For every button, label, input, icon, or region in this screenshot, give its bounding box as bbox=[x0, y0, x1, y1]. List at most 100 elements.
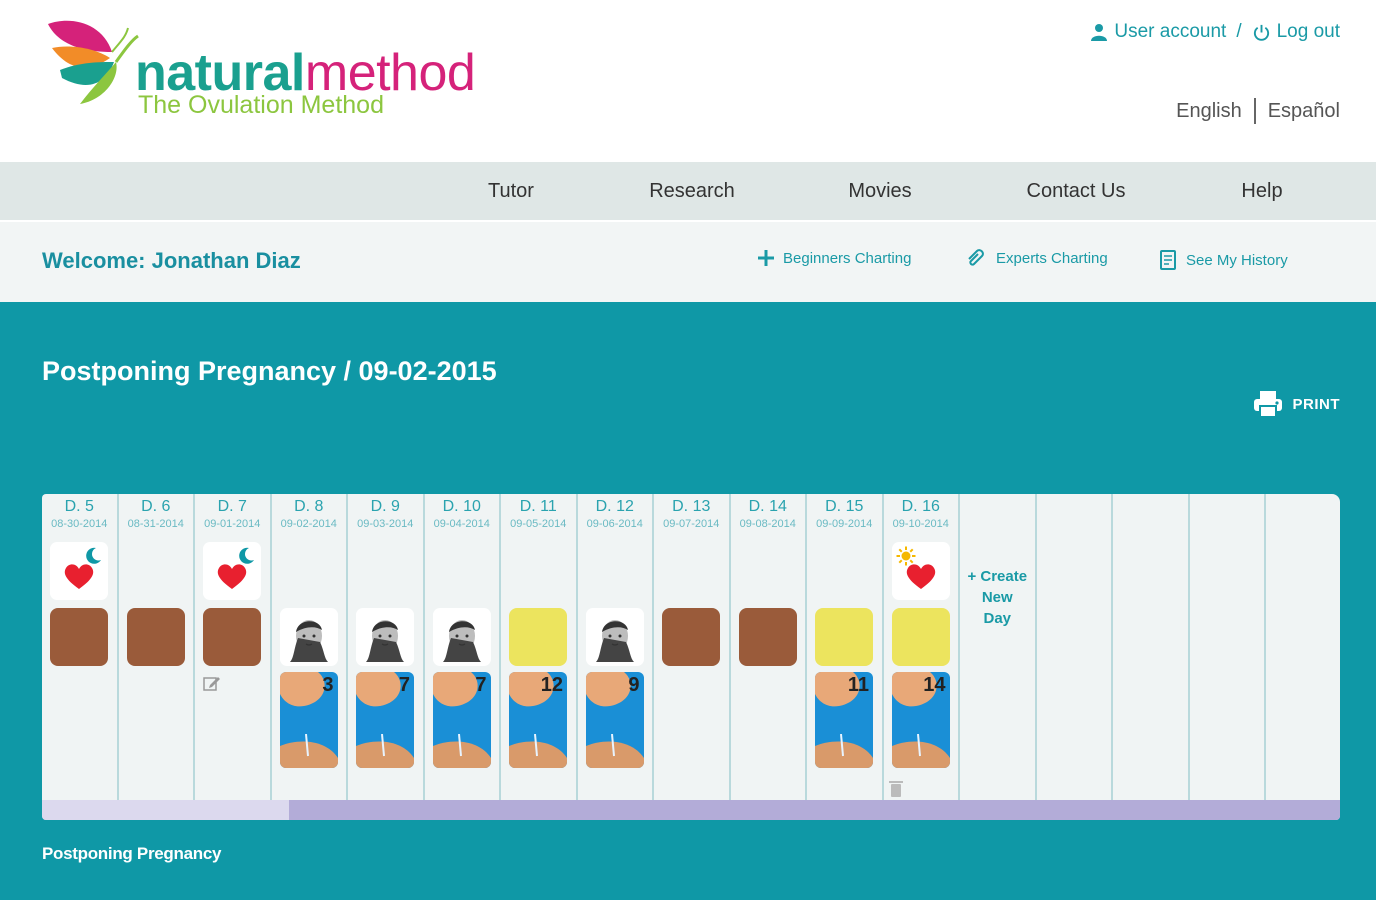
baby-icon bbox=[432, 608, 491, 666]
day-column[interactable]: D. 16 09-10-2014 14 bbox=[884, 494, 960, 803]
day-date: 09-03-2014 bbox=[357, 518, 414, 530]
day-date: 08-30-2014 bbox=[51, 518, 108, 530]
logout-link[interactable]: Log out bbox=[1277, 21, 1340, 43]
day-column[interactable]: D. 8 09-02-2014 3 bbox=[272, 494, 348, 800]
day-label: D. 7 bbox=[217, 498, 247, 515]
day-column[interactable]: D. 14 09-08-2014 bbox=[731, 494, 807, 800]
day-date: 09-09-2014 bbox=[816, 518, 873, 530]
mucus-observation-card[interactable]: 7 bbox=[356, 672, 414, 768]
power-icon bbox=[1253, 24, 1269, 41]
mucus-observation-card[interactable]: 9 bbox=[585, 672, 644, 768]
nav-tutor[interactable]: Tutor bbox=[488, 162, 534, 220]
edit-note-icon[interactable] bbox=[203, 674, 221, 697]
day-column[interactable]: D. 6 08-31-2014 bbox=[119, 494, 195, 800]
welcome-bar: Welcome: Jonathan Diaz Beginners Chartin… bbox=[0, 222, 1376, 302]
beginners-charting-link[interactable]: Beginners Charting bbox=[757, 249, 911, 267]
nav-movies[interactable]: Movies bbox=[848, 162, 911, 220]
day-column bbox=[1037, 494, 1113, 800]
print-label: PRINT bbox=[1292, 395, 1340, 413]
bleeding-yellow-stamp[interactable] bbox=[891, 608, 950, 666]
day-column[interactable]: D. 15 09-09-2014 11 bbox=[807, 494, 884, 800]
mucus-observation-card[interactable]: 14 bbox=[891, 672, 950, 768]
mucus-score: 3 bbox=[322, 674, 334, 696]
day-label: D. 16 bbox=[901, 498, 940, 515]
welcome-text: Welcome: Jonathan Diaz bbox=[42, 248, 301, 273]
day-date: 09-02-2014 bbox=[280, 518, 337, 530]
account-links: User account / Log out bbox=[1090, 21, 1340, 43]
day-symbol[interactable] bbox=[203, 542, 261, 600]
header: naturalmethod The Ovulation Method User … bbox=[0, 0, 1376, 160]
user-icon bbox=[1091, 24, 1108, 41]
day-date: 08-31-2014 bbox=[127, 518, 184, 530]
print-button[interactable]: PRINT bbox=[1253, 390, 1341, 418]
day-date: 09-04-2014 bbox=[433, 518, 490, 530]
day-column[interactable]: D. 12 09-06-2014 9 bbox=[578, 494, 654, 800]
nav-help[interactable]: Help bbox=[1241, 162, 1282, 220]
logo[interactable]: naturalmethod The Ovulation Method bbox=[40, 18, 540, 128]
day-symbol[interactable] bbox=[891, 542, 950, 600]
trash-icon[interactable] bbox=[888, 780, 903, 803]
day-label: D. 15 bbox=[825, 498, 864, 515]
day-symbol[interactable] bbox=[50, 542, 108, 600]
bleeding-yellow-stamp[interactable] bbox=[509, 608, 567, 666]
day-label: D. 5 bbox=[64, 498, 94, 515]
nav-research[interactable]: Research bbox=[649, 162, 735, 220]
moon-icon bbox=[84, 547, 102, 570]
day-column[interactable]: + Create New Day bbox=[960, 494, 1037, 800]
language-switcher: English Español bbox=[1176, 98, 1340, 124]
day-date: 09-10-2014 bbox=[892, 518, 949, 530]
day-date: 09-05-2014 bbox=[510, 518, 567, 530]
beginners-charting-label: Beginners Charting bbox=[783, 249, 912, 267]
nav-contact-us[interactable]: Contact Us bbox=[1027, 162, 1126, 220]
day-column bbox=[1266, 494, 1340, 800]
day-label: D. 9 bbox=[370, 498, 400, 515]
create-new-day-button[interactable]: + Create New Day bbox=[960, 566, 1035, 629]
bleeding-brown-stamp[interactable] bbox=[50, 608, 108, 666]
cycle-progress-fill bbox=[42, 800, 289, 820]
mucus-observation-card[interactable]: 7 bbox=[432, 672, 491, 768]
bleeding-brown-stamp[interactable] bbox=[126, 608, 185, 666]
mucus-observation-card[interactable]: 12 bbox=[509, 672, 567, 768]
day-date: 09-01-2014 bbox=[204, 518, 261, 530]
bleeding-brown-stamp[interactable] bbox=[738, 608, 797, 666]
history-document-icon bbox=[1160, 250, 1176, 270]
page-title: Postponing Pregnancy / 09-02-2015 bbox=[42, 356, 497, 386]
day-column[interactable]: D. 5 08-30-2014 bbox=[42, 494, 119, 800]
bleeding-brown-stamp[interactable] bbox=[662, 608, 720, 666]
account-separator: / bbox=[1236, 21, 1242, 42]
user-account-link[interactable]: User account bbox=[1114, 21, 1226, 43]
experts-charting-link[interactable]: Experts Charting bbox=[966, 249, 1108, 267]
main-content: Postponing Pregnancy / 09-02-2015 PRINT … bbox=[0, 302, 1376, 900]
mucus-score: 7 bbox=[475, 674, 487, 696]
see-my-history-link[interactable]: See My History bbox=[1158, 249, 1288, 271]
day-date: 09-08-2014 bbox=[739, 518, 796, 530]
day-column[interactable]: D. 7 09-01-2014 bbox=[195, 494, 272, 800]
brand-tagline: The Ovulation Method bbox=[138, 91, 384, 119]
language-spanish[interactable]: Español bbox=[1268, 100, 1340, 123]
language-divider bbox=[1253, 98, 1256, 124]
day-column[interactable]: D. 9 09-03-2014 7 bbox=[348, 494, 425, 800]
chart-footer-label: Postponing Pregnancy bbox=[42, 844, 222, 863]
see-my-history-label: See My History bbox=[1186, 251, 1288, 269]
butterfly-logo-icon bbox=[48, 20, 139, 104]
baby-icon bbox=[279, 608, 338, 666]
day-label: D. 8 bbox=[294, 498, 324, 515]
language-english[interactable]: English bbox=[1176, 100, 1242, 123]
cycle-progress-bar bbox=[42, 800, 1340, 820]
day-column bbox=[1113, 494, 1190, 800]
day-column[interactable]: D. 13 09-07-2014 bbox=[654, 494, 731, 800]
mucus-observation-card[interactable]: 3 bbox=[279, 672, 338, 768]
baby-icon bbox=[356, 608, 414, 666]
day-label: D. 11 bbox=[519, 498, 557, 515]
paperclip-icon bbox=[968, 249, 984, 266]
bleeding-yellow-stamp[interactable] bbox=[815, 608, 873, 666]
bleeding-brown-stamp[interactable] bbox=[203, 608, 261, 666]
day-column[interactable]: D. 11 09-05-2014 12 bbox=[501, 494, 578, 800]
moon-icon bbox=[237, 547, 255, 570]
day-column bbox=[1190, 494, 1266, 800]
mucus-score: 7 bbox=[398, 674, 410, 696]
day-column[interactable]: D. 10 09-04-2014 7 bbox=[425, 494, 501, 800]
mucus-observation-card[interactable]: 11 bbox=[815, 672, 873, 768]
cycle-chart: D. 5 08-30-2014 D. 6 08-31-2014 D. 7 09-01-20… bbox=[42, 494, 1340, 820]
mucus-score: 14 bbox=[923, 674, 946, 696]
